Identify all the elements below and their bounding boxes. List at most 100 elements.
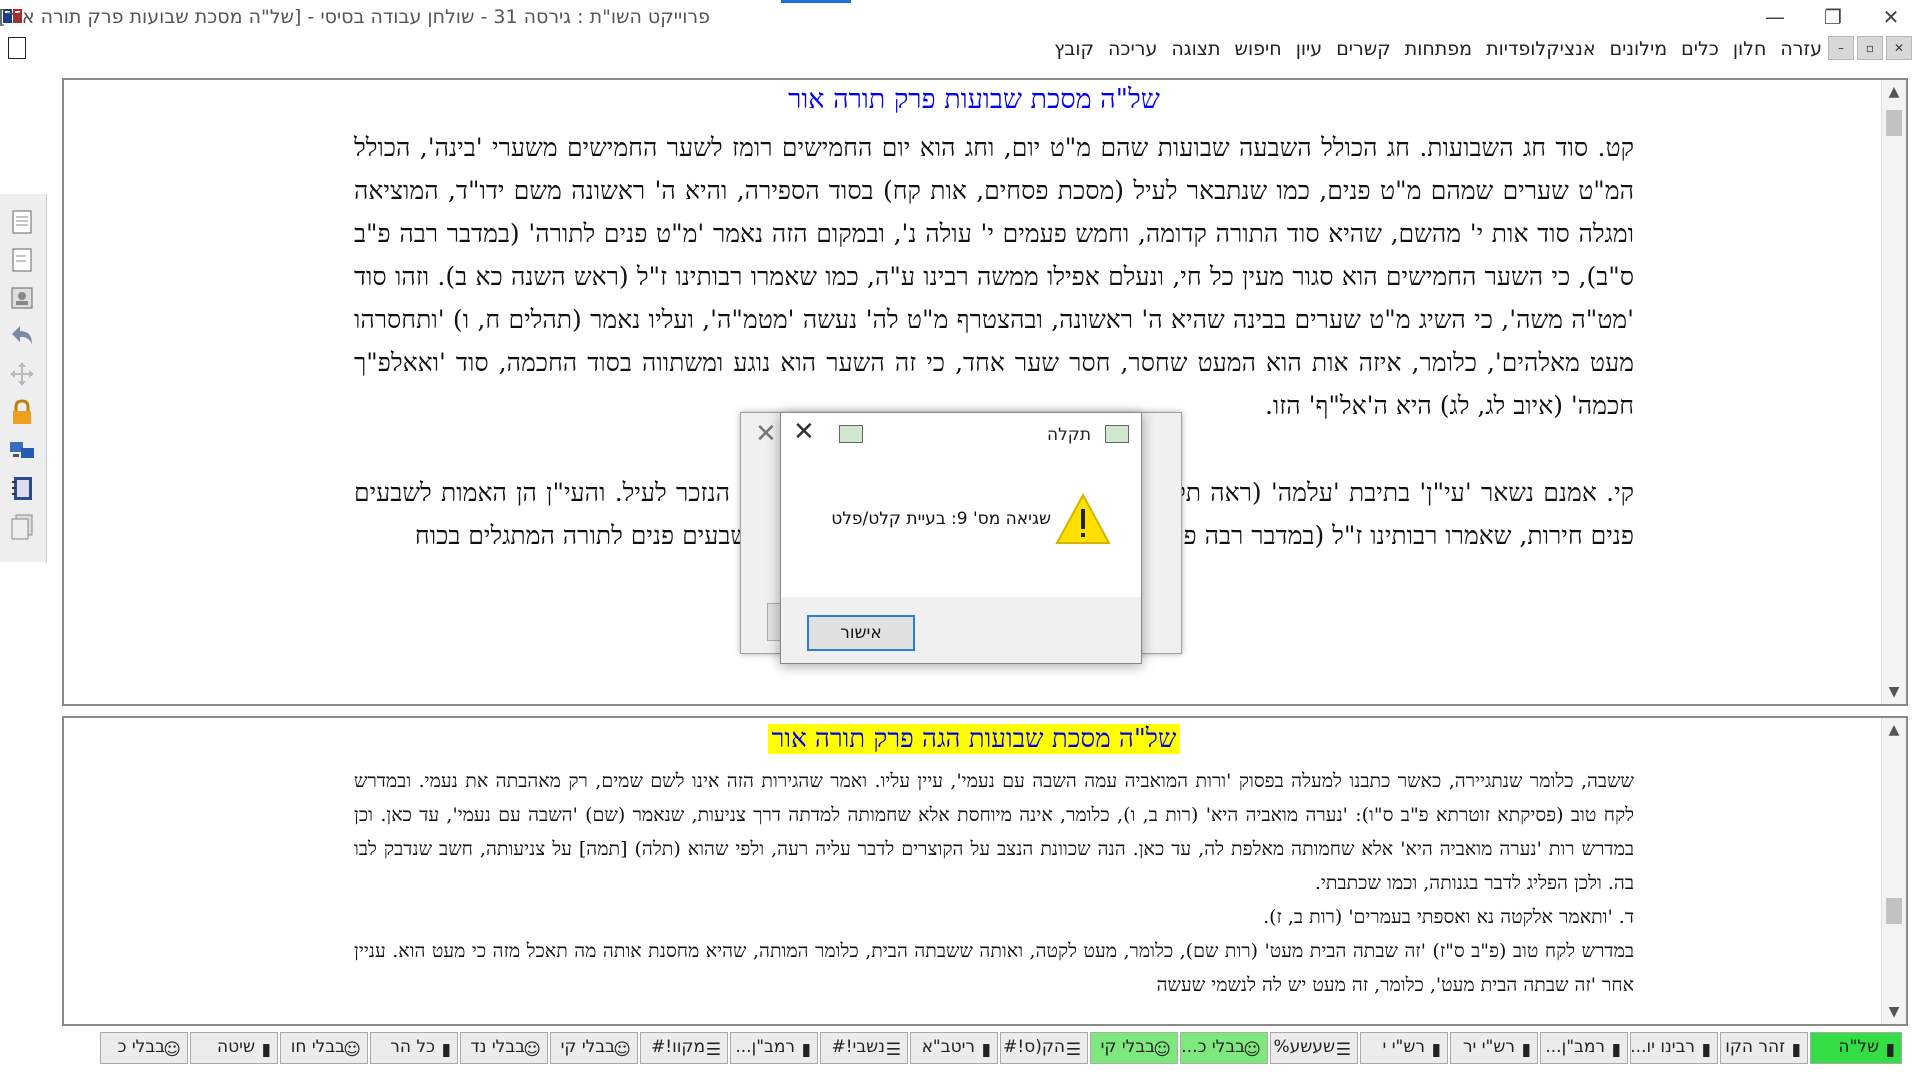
list-icon: ☰ bbox=[885, 1040, 901, 1060]
document-icon: ▮ bbox=[1791, 1040, 1801, 1060]
document-icon: ▮ bbox=[441, 1040, 451, 1060]
pages-icon[interactable] bbox=[8, 512, 36, 540]
document-icon[interactable] bbox=[8, 37, 26, 59]
close-icon[interactable]: ✕ bbox=[755, 419, 777, 449]
tab-document[interactable]: ☰מקוו!# bbox=[640, 1032, 728, 1064]
tab-document[interactable]: ▮רמב"ן... bbox=[1540, 1032, 1628, 1064]
page-icon[interactable] bbox=[8, 246, 36, 274]
menu-edit[interactable]: עריכה bbox=[1108, 38, 1157, 60]
tab-document[interactable]: ▮ריטב"א bbox=[910, 1032, 998, 1064]
menu-study[interactable]: עיון bbox=[1296, 38, 1323, 60]
smiley-icon: ☺ bbox=[613, 1040, 631, 1060]
smiley-icon: ☺ bbox=[1153, 1040, 1171, 1060]
dialog-message: שגיאה מס' 9: בעיית קלט/פלט bbox=[831, 509, 1051, 529]
menu-tools[interactable]: כלים bbox=[1681, 38, 1719, 60]
restore-button[interactable]: ❐ bbox=[1804, 0, 1862, 34]
smiley-icon: ☺ bbox=[1243, 1040, 1261, 1060]
window-title: פרוייקט השו"ת : גירסה 31 - שולחן עבודה ב… bbox=[0, 6, 710, 28]
scroll-down-arrow-icon[interactable]: ▼ bbox=[1882, 680, 1906, 704]
commentary-text-pane[interactable]: של"ה מסכת שבועות הגה פרק תורה אור ששבה, … bbox=[62, 716, 1908, 1026]
menu-bar: קובץ עריכה תצוגה חיפוש עיון קשרים מפתחות… bbox=[0, 34, 1920, 64]
vertical-scrollbar[interactable]: ▲ ▼ bbox=[1881, 718, 1906, 1024]
tab-document[interactable]: ☺בבלי כ bbox=[100, 1032, 188, 1064]
list-icon: ☰ bbox=[1065, 1040, 1081, 1060]
dialog-close-button[interactable]: ✕ bbox=[793, 417, 815, 447]
document-icon: ▮ bbox=[801, 1040, 811, 1060]
tab-document[interactable]: ▮של"ה bbox=[1810, 1032, 1902, 1064]
tab-document[interactable]: ☺בבלי קי bbox=[550, 1032, 638, 1064]
title-bar: פרוייקט השו"ת : גירסה 31 - שולחן עבודה ב… bbox=[0, 0, 1920, 34]
close-button[interactable]: ✕ bbox=[1862, 0, 1920, 34]
text-body: ששבה, כלומר שנתגיירה, כאשר כתבנו למעלה ב… bbox=[354, 764, 1634, 1002]
window-icon bbox=[839, 425, 863, 443]
pane-heading: של"ה מסכת שבועות הגה פרק תורה אור bbox=[767, 724, 1181, 754]
menu-view[interactable]: תצוגה bbox=[1171, 38, 1220, 60]
document-icon: ▮ bbox=[1521, 1040, 1531, 1060]
tab-document[interactable]: ☺בבלי כ... bbox=[1180, 1032, 1268, 1064]
scroll-up-arrow-icon[interactable]: ▲ bbox=[1882, 80, 1906, 104]
tab-document[interactable]: ☰שעשע% bbox=[1270, 1032, 1358, 1064]
card-icon[interactable] bbox=[8, 284, 36, 312]
smiley-icon: ☺ bbox=[523, 1040, 541, 1060]
tab-document[interactable]: ▮כל הר bbox=[370, 1032, 458, 1064]
paragraph: ד. 'ותאמר אלקטה נא ואספתי בעמרים' (רות ב… bbox=[1263, 906, 1634, 928]
tab-document[interactable]: ☺בבלי חו bbox=[280, 1032, 368, 1064]
scroll-up-arrow-icon[interactable]: ▲ bbox=[1882, 718, 1906, 742]
document-icon: ▮ bbox=[981, 1040, 991, 1060]
tab-document[interactable]: ☰נשבי!# bbox=[820, 1032, 908, 1064]
list-icon: ☰ bbox=[705, 1040, 721, 1060]
network-icon[interactable] bbox=[8, 436, 36, 464]
tab-document[interactable]: ☰הק(ס!# bbox=[1000, 1032, 1088, 1064]
tab-document[interactable]: ▮זהר הקו bbox=[1720, 1032, 1808, 1064]
warning-icon bbox=[1055, 493, 1111, 544]
minimize-button[interactable]: — bbox=[1746, 0, 1804, 34]
error-dialog: ✕ תקלה שגיאה מס' 9: בעיית קלט/פלט אישור bbox=[780, 412, 1142, 664]
scroll-thumb[interactable] bbox=[1886, 110, 1902, 136]
document-tab-bar: ▮של"ה ▮זהר הקו ▮רבינו יו... ▮רמב"ן... ▮ר… bbox=[54, 1030, 1920, 1070]
move-icon[interactable] bbox=[8, 360, 36, 388]
scroll-down-arrow-icon[interactable]: ▼ bbox=[1882, 1000, 1906, 1024]
lock-icon[interactable] bbox=[8, 398, 36, 426]
paragraph: ששבה, כלומר שנתגיירה, כאשר כתבנו למעלה ב… bbox=[354, 770, 1634, 894]
scroll-thumb[interactable] bbox=[1886, 898, 1902, 924]
document-icon[interactable] bbox=[8, 208, 36, 236]
tab-document[interactable]: ☺בבלי נד bbox=[460, 1032, 548, 1064]
notebook-icon[interactable] bbox=[8, 474, 36, 502]
tab-document[interactable]: ▮רמב"ן... bbox=[730, 1032, 818, 1064]
dialog-footer: אישור bbox=[781, 597, 1141, 663]
menu-indexes[interactable]: מפתחות bbox=[1405, 38, 1472, 60]
menu-search[interactable]: חיפוש bbox=[1235, 38, 1282, 60]
menu-encyclopedias[interactable]: אנציקלופדיות bbox=[1486, 38, 1595, 60]
tab-document[interactable]: ▮שיטה bbox=[190, 1032, 278, 1064]
document-icon: ▮ bbox=[1431, 1040, 1441, 1060]
ok-button[interactable]: אישור bbox=[807, 615, 915, 651]
tab-document[interactable]: ▮רש"י יר bbox=[1450, 1032, 1538, 1064]
menu-file[interactable]: קובץ bbox=[1054, 38, 1094, 60]
pane-heading-wrap: של"ה מסכת שבועות הגה פרק תורה אור bbox=[64, 724, 1884, 754]
window-icon bbox=[1105, 425, 1129, 443]
taskbar-accent bbox=[781, 0, 851, 3]
document-icon: ▮ bbox=[261, 1040, 271, 1060]
tab-document[interactable]: ▮רבינו יו... bbox=[1630, 1032, 1718, 1064]
tab-document[interactable]: ▮רש"י י bbox=[1360, 1032, 1448, 1064]
mdi-restore-button[interactable]: ▫ bbox=[1857, 36, 1883, 60]
mdi-close-button[interactable]: ✕ bbox=[1886, 36, 1912, 60]
menu-dictionaries[interactable]: מילונים bbox=[1610, 38, 1668, 60]
vertical-scrollbar[interactable]: ▲ ▼ bbox=[1881, 80, 1906, 704]
dialog-title: תקלה bbox=[1046, 425, 1091, 445]
mdi-minimize-button[interactable]: – bbox=[1828, 36, 1854, 60]
left-toolbar bbox=[0, 194, 47, 562]
menu-window[interactable]: חלון bbox=[1733, 38, 1767, 60]
undo-arrow-icon[interactable] bbox=[8, 322, 36, 350]
menu-links[interactable]: קשרים bbox=[1336, 38, 1391, 60]
paragraph: קט. סוד חג השבועות. חג הכולל השבעה שבועו… bbox=[354, 133, 1634, 420]
menu-help[interactable]: עזרה bbox=[1780, 38, 1822, 60]
document-icon: ▮ bbox=[1611, 1040, 1621, 1060]
document-icon: ▮ bbox=[1701, 1040, 1711, 1060]
list-icon: ☰ bbox=[1335, 1040, 1351, 1060]
pane-heading: של"ה מסכת שבועות פרק תורה אור bbox=[788, 84, 1160, 115]
mdi-buttons: – ▫ ✕ bbox=[1828, 36, 1912, 60]
smiley-icon: ☺ bbox=[163, 1040, 181, 1060]
tab-document[interactable]: ☺בבלי קי bbox=[1090, 1032, 1178, 1064]
document-icon: ▮ bbox=[1885, 1040, 1895, 1060]
